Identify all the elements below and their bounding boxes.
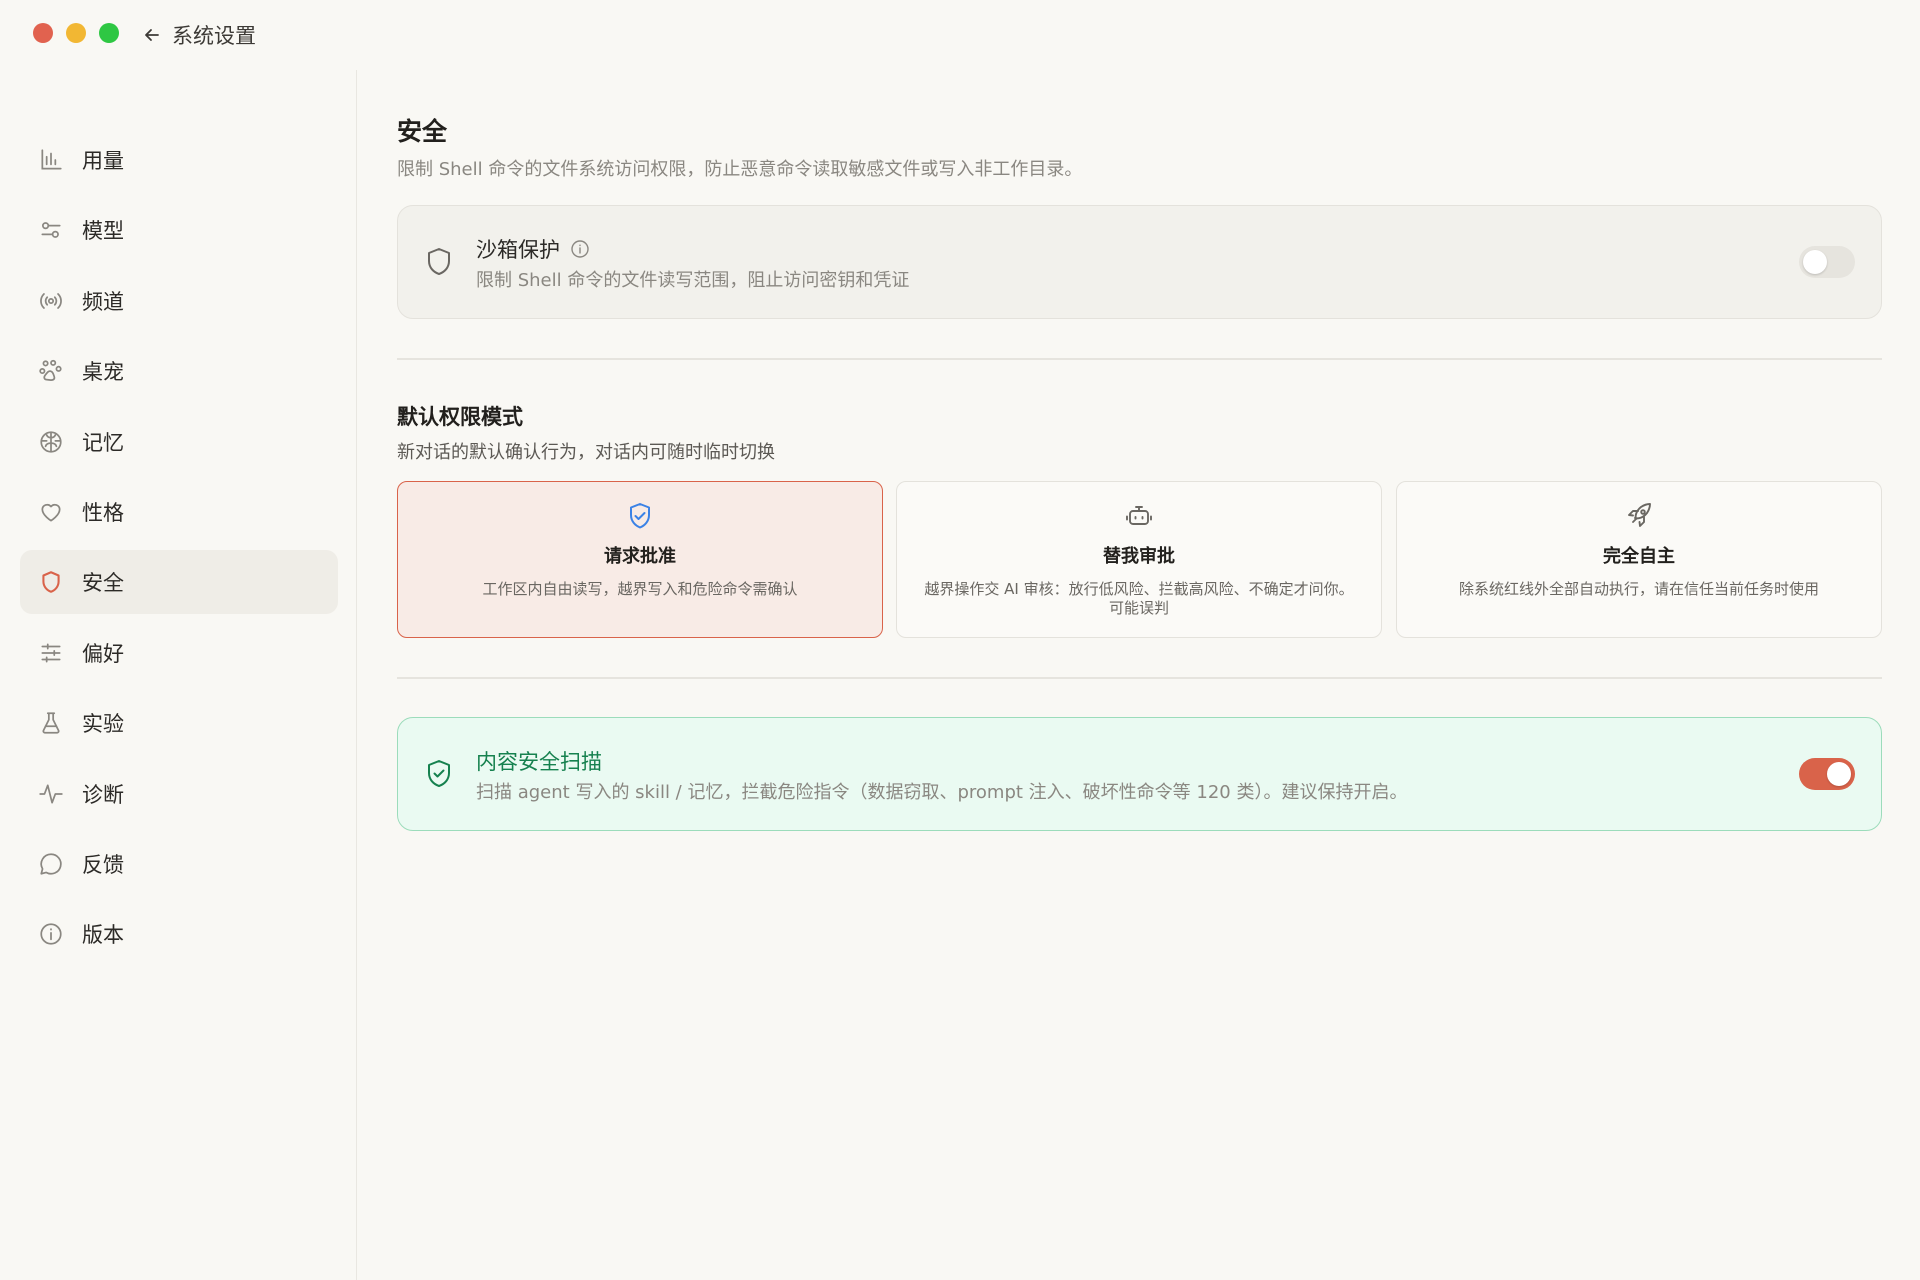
- sliders-icon: [38, 217, 64, 243]
- content-scan-description: 扫描 agent 写入的 skill / 记忆，拦截危险指令（数据窃取、prom…: [476, 782, 1408, 803]
- sidebar-item-label: 反馈: [82, 852, 124, 877]
- brain-icon: [38, 429, 64, 455]
- content-scan-title: 内容安全扫描: [476, 746, 602, 776]
- mode-title: 替我审批: [1103, 546, 1175, 567]
- mode-description: 工作区内自由读写，越界写入和危险命令需确认: [482, 580, 798, 598]
- settings-sliders-icon: [38, 640, 64, 666]
- shield-icon: [38, 569, 64, 595]
- broadcast-icon: [38, 288, 64, 314]
- sidebar-item-label: 记忆: [82, 430, 124, 455]
- chat-bubble-icon: [38, 851, 64, 877]
- sidebar-item-label: 安全: [82, 571, 124, 596]
- sandbox-title-text: 沙箱保护: [476, 238, 560, 262]
- content-scan-card: 内容安全扫描 扫描 agent 写入的 skill / 记忆，拦截危险指令（数据…: [397, 717, 1882, 831]
- sidebar-item-label: 用量: [82, 149, 124, 173]
- shield-icon: [424, 246, 454, 278]
- sidebar-item-memory[interactable]: 记忆: [20, 410, 338, 474]
- sandbox-card: 沙箱保护 限制 Shell 命令的文件读写范围，阻止访问密钥和凭证: [397, 205, 1882, 319]
- sidebar-item-experiment[interactable]: 实验: [20, 691, 338, 755]
- mode-description: 除系统红线外全部自动执行，请在信任当前任务时使用: [1458, 580, 1819, 598]
- close-window-button[interactable]: [33, 23, 53, 43]
- mode-description: 越界操作交 AI 审核：放行低风险、拦截高风险、不确定才问你。可能误判: [924, 580, 1354, 617]
- toggle-knob: [1803, 250, 1827, 274]
- mode-title: 请求批准: [604, 546, 676, 567]
- window-controls: [33, 23, 119, 43]
- divider: [397, 677, 1882, 679]
- content-scan-title-text: 内容安全扫描: [476, 750, 602, 774]
- page-title: 安全: [397, 117, 448, 146]
- title-bar: 系统设置: [0, 0, 1920, 70]
- sandbox-toggle[interactable]: [1799, 246, 1855, 278]
- sidebar-item-label: 版本: [82, 923, 124, 948]
- content-scan-toggle[interactable]: [1799, 758, 1855, 790]
- heart-icon: [38, 499, 64, 525]
- bar-chart-icon: [38, 147, 64, 173]
- permission-section-title: 默认权限模式: [397, 405, 523, 429]
- divider: [397, 358, 1882, 360]
- sidebar-item-label: 性格: [82, 500, 124, 525]
- mode-option-full-autonomy[interactable]: 完全自主 除系统红线外全部自动执行，请在信任当前任务时使用: [1396, 481, 1882, 638]
- shield-check-icon: [424, 758, 454, 790]
- page-subtitle: 限制 Shell 命令的文件系统访问权限，防止恶意命令读取敏感文件或写入非工作目…: [397, 159, 1083, 180]
- maximize-window-button[interactable]: [99, 23, 119, 43]
- sidebar-item-label: 偏好: [82, 641, 124, 666]
- sidebar-item-diagnostics[interactable]: 诊断: [20, 762, 338, 826]
- sidebar-item-personality[interactable]: 性格: [20, 480, 338, 544]
- toggle-knob: [1827, 762, 1851, 786]
- sidebar-item-security[interactable]: 安全: [20, 550, 338, 615]
- sidebar-nav: 用量 模型 频道 桌宠 记忆 性格 安全 偏好 实验 诊断 反馈 版本: [20, 128, 338, 973]
- sidebar-item-pet[interactable]: 桌宠: [20, 339, 338, 403]
- sidebar-item-label: 诊断: [82, 782, 124, 807]
- sidebar-item-preferences[interactable]: 偏好: [20, 621, 338, 685]
- mode-option-request-approval[interactable]: 请求批准 工作区内自由读写，越界写入和危险命令需确认: [397, 481, 883, 638]
- sidebar-item-usage[interactable]: 用量: [20, 128, 338, 192]
- sandbox-title: 沙箱保护: [476, 234, 590, 264]
- paw-icon: [38, 358, 64, 384]
- robot-icon: [1124, 501, 1154, 531]
- sidebar: 用量 模型 频道 桌宠 记忆 性格 安全 偏好 实验 诊断 反馈 版本: [0, 70, 357, 1280]
- info-icon[interactable]: [570, 239, 590, 259]
- sidebar-item-label: 实验: [82, 712, 124, 737]
- minimize-window-button[interactable]: [66, 23, 86, 43]
- permission-mode-group: 请求批准 工作区内自由读写，越界写入和危险命令需确认 替我审批 越界操作交 AI…: [397, 481, 1882, 638]
- sidebar-item-model[interactable]: 模型: [20, 198, 338, 262]
- info-icon: [38, 921, 64, 947]
- back-button[interactable]: 系统设置: [142, 20, 256, 50]
- shield-check-icon: [625, 501, 655, 531]
- sidebar-item-label: 模型: [82, 219, 124, 244]
- rocket-icon: [1624, 501, 1654, 531]
- sidebar-item-feedback[interactable]: 反馈: [20, 832, 338, 896]
- pulse-icon: [38, 781, 64, 807]
- arrow-left-icon: [142, 25, 162, 45]
- back-label: 系统设置: [172, 24, 256, 48]
- sidebar-item-label: 桌宠: [82, 360, 124, 385]
- sidebar-item-label: 频道: [82, 289, 124, 314]
- sidebar-item-version[interactable]: 版本: [20, 902, 338, 966]
- mode-title: 完全自主: [1603, 546, 1675, 567]
- flask-icon: [38, 710, 64, 736]
- sandbox-description: 限制 Shell 命令的文件读写范围，阻止访问密钥和凭证: [476, 270, 910, 291]
- sidebar-item-channel[interactable]: 频道: [20, 269, 338, 333]
- permission-section-subtitle: 新对话的默认确认行为，对话内可随时临时切换: [397, 442, 775, 463]
- mode-option-ai-approval[interactable]: 替我审批 越界操作交 AI 审核：放行低风险、拦截高风险、不确定才问你。可能误判: [896, 481, 1382, 638]
